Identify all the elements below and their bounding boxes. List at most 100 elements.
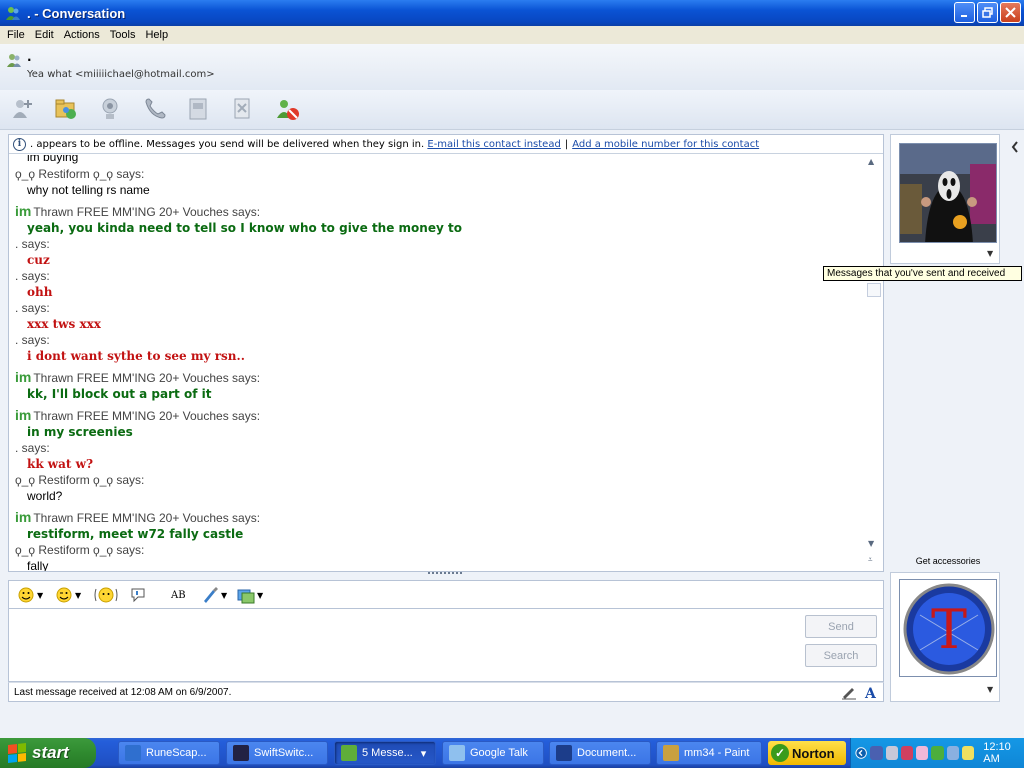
voice-clip-button[interactable]	[129, 586, 147, 604]
tray-device-icon[interactable]	[885, 746, 898, 760]
chevron-left-icon	[1011, 141, 1018, 153]
voice-clip-icon	[131, 588, 145, 603]
background-picture-icon	[237, 589, 255, 604]
menu-tools[interactable]: Tools	[105, 29, 141, 41]
message-text: ohh	[27, 285, 53, 299]
block-contact-icon[interactable]	[274, 96, 300, 122]
message-text: kk wat w?	[27, 457, 93, 471]
minimize-button[interactable]	[954, 2, 975, 23]
collapse-panel-chevron-icon[interactable]	[1010, 140, 1024, 160]
restore-button[interactable]	[977, 2, 998, 23]
taskbar-button[interactable]: 5 Messe... ▾	[334, 741, 436, 765]
message-sender-line: im Thrawn FREE MM'ING 20+ Vouches says:	[15, 203, 260, 219]
scroll-end-icon[interactable]: ⩡	[868, 555, 873, 565]
compose-toolbar: ▼ ▼ AB ▼ ▼	[8, 580, 884, 608]
scroll-up-icon[interactable]: ▲	[868, 157, 874, 166]
handwriting-button[interactable]: ▼	[201, 586, 227, 604]
webcam-icon[interactable]	[98, 96, 124, 122]
im-badge-icon: im	[15, 203, 32, 219]
message-sender-line: . says:	[15, 237, 50, 251]
tray-security-icon[interactable]	[900, 746, 914, 760]
history-scrollbar[interactable]: ▲ ▼ ⩡	[865, 155, 881, 571]
nudge-button[interactable]	[93, 586, 119, 604]
sender-text: Thrawn FREE MM'ING 20+ Vouches says:	[33, 371, 261, 385]
start-button[interactable]: start	[0, 738, 96, 768]
conversation-toolbar	[0, 90, 1024, 130]
menu-file[interactable]: File	[2, 29, 30, 41]
message-text: why not telling rs name	[27, 183, 150, 197]
send-files-icon[interactable]	[54, 96, 80, 122]
sender-text: . says:	[15, 269, 50, 283]
title-bar[interactable]: . - Conversation	[0, 0, 1024, 26]
tray-talk-icon[interactable]	[946, 746, 959, 760]
invite-contact-icon[interactable]	[10, 96, 36, 122]
contact-status-message: Yea what <miiiiichael@hotmail.com>	[27, 69, 215, 80]
taskbar-button[interactable]: Google Talk	[442, 741, 544, 765]
sender-text: ϙ_ϙ Restiform ϙ_ϙ says:	[15, 543, 145, 557]
contact-header: . Yea what <miiiiichael@hotmail.com>	[0, 44, 1024, 90]
message-text: im buying	[27, 155, 79, 164]
picture-options-chevron-icon[interactable]: ▼	[987, 249, 993, 258]
message-sender-line: im Thrawn FREE MM'ING 20+ Vouches says:	[15, 509, 260, 525]
message-text: restiform, meet w72 fally castle	[27, 527, 244, 541]
send-button[interactable]: Send	[805, 615, 877, 638]
email-contact-link[interactable]: E-mail this contact instead	[427, 139, 560, 150]
tray-language-icon[interactable]	[961, 746, 975, 760]
group-chevron-icon: ▾	[420, 747, 427, 760]
pane-splitter[interactable]	[428, 572, 462, 576]
im-badge-icon: im	[15, 369, 32, 385]
message-sender-line: im Thrawn FREE MM'ING 20+ Vouches says:	[15, 369, 260, 385]
status-line: Last message received at 12:08 AM on 6/9…	[8, 682, 884, 702]
taskbar-button[interactable]: mm34 - Paint	[656, 741, 762, 765]
close-icon	[1005, 7, 1016, 18]
taskbar-button-label: 5 Messe...	[362, 747, 413, 759]
activities-icon[interactable]	[186, 96, 212, 122]
sender-text: Thrawn FREE MM'ING 20+ Vouches says:	[33, 205, 261, 219]
taskbar-button[interactable]: RuneScap...	[118, 741, 220, 765]
spell-check-button[interactable]: AB	[171, 586, 186, 604]
sender-text: . says:	[15, 333, 50, 347]
scroll-thumb[interactable]	[867, 283, 881, 297]
menu-help[interactable]: Help	[140, 29, 173, 41]
menu-edit[interactable]: Edit	[30, 29, 59, 41]
call-phone-icon[interactable]	[142, 96, 168, 122]
taskbar-button-label: Document...	[577, 747, 637, 759]
norton-button[interactable]: ✓ Norton	[768, 741, 846, 765]
menu-actions[interactable]: Actions	[59, 29, 105, 41]
start-label: start	[32, 743, 69, 762]
close-button[interactable]	[1000, 2, 1021, 23]
sender-text: ϙ_ϙ Restiform ϙ_ϙ says:	[15, 473, 145, 487]
message-text: kk, I'll block out a part of it	[27, 387, 212, 401]
tray-messenger-icon[interactable]	[931, 746, 944, 760]
norton-check-icon: ✓	[771, 744, 789, 762]
nudge-icon	[94, 587, 118, 603]
get-accessories-label[interactable]: Get accessories	[890, 556, 1006, 566]
taskbar-button[interactable]: Document...	[549, 741, 651, 765]
games-icon[interactable]	[230, 96, 256, 122]
background-button[interactable]: ▼	[237, 586, 263, 604]
wink-button[interactable]: ▼	[55, 586, 81, 604]
tray-network-icon[interactable]	[870, 746, 883, 760]
tray-expand-chevron-icon[interactable]	[855, 746, 867, 760]
handwriting-mode-icon[interactable]	[841, 684, 857, 700]
my-picture-options-chevron-icon[interactable]: ▼	[987, 685, 993, 694]
type-mode-icon[interactable]: A	[863, 684, 879, 700]
tray-app-icon[interactable]	[916, 746, 929, 760]
taskbar-button-label: RuneScap...	[146, 747, 207, 759]
scroll-down-icon[interactable]: ▼	[868, 539, 874, 548]
emoticon-button[interactable]: ▼	[17, 586, 43, 604]
paintbrush-icon	[204, 587, 218, 603]
taskbar-button[interactable]: SwiftSwitc...	[226, 741, 328, 765]
contact-status-icon	[7, 54, 21, 67]
my-picture-panel: T ▼	[890, 572, 1000, 702]
message-history[interactable]: im buying ϙ_ϙ Restiform ϙ_ϙ says: why not …	[9, 155, 863, 571]
my-display-picture[interactable]: T	[899, 579, 997, 677]
contact-display-picture[interactable]	[899, 143, 997, 243]
add-mobile-link[interactable]: Add a mobile number for this contact	[572, 139, 759, 150]
chevron-down-icon: ▼	[257, 590, 264, 600]
info-icon: i	[13, 137, 26, 151]
search-button[interactable]: Search	[805, 644, 877, 667]
message-compose-box[interactable]: Send Search	[8, 608, 884, 682]
history-tooltip: Messages that you've sent and received	[823, 266, 1022, 281]
message-sender-line: ϙ_ϙ Restiform ϙ_ϙ says:	[15, 543, 144, 557]
